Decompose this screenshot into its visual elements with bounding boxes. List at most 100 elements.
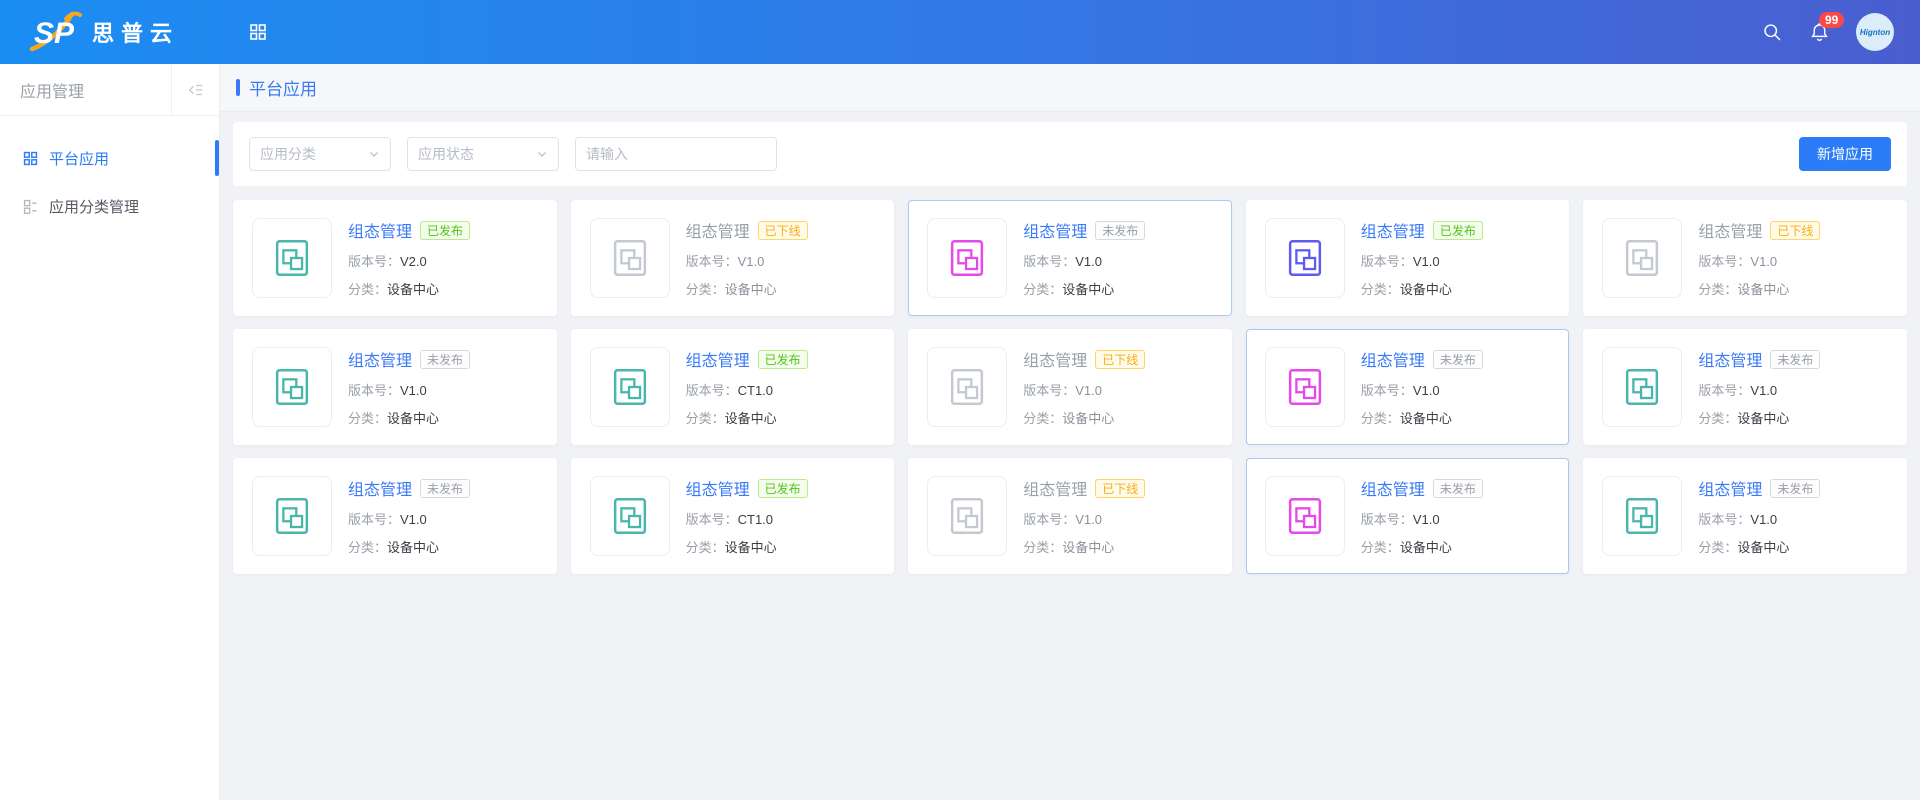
sidebar-item-app-categories[interactable]: 应用分类管理 [0,182,219,230]
card-body: 组态管理 已下线 版本号：V1.0 分类：设备中心 [1023,476,1145,556]
version-line: 版本号：V1.0 [348,509,470,528]
category-line: 分类：设备中心 [1361,537,1483,556]
version-label: 版本号： [1698,512,1750,527]
version-line: 版本号：V2.0 [348,251,470,270]
sidebar-title: 应用管理 [0,78,84,102]
category-label: 分类： [686,282,725,297]
app-title-link[interactable]: 组态管理 [1698,476,1762,500]
app-card[interactable]: 组态管理 已发布 版本号：CT1.0 分类：设备中心 [571,458,895,574]
status-badge: 未发布 [1433,350,1483,369]
category-value: 设备中心 [1737,282,1789,297]
version-value: V1.0 [1413,512,1440,527]
search-icon[interactable] [1762,22,1783,43]
page-title-bar: 平台应用 [220,64,1920,112]
app-title-link[interactable]: 组态管理 [348,476,412,500]
app-card[interactable]: 组态管理 未发布 版本号：V1.0 分类：设备中心 [1246,329,1570,445]
configuration-app-icon [1282,364,1328,410]
sidebar-item-label: 平台应用 [49,148,109,169]
main-content: 平台应用 应用分类 应用状态 新增应用 [220,64,1920,800]
category-label: 分类： [1698,282,1737,297]
app-title-link[interactable]: 组态管理 [686,476,750,500]
app-title-link[interactable]: 组态管理 [1698,347,1762,371]
category-label: 分类： [686,411,725,426]
app-card[interactable]: 组态管理 已发布 版本号：V2.0 分类：设备中心 [233,200,557,316]
app-card[interactable]: 组态管理 已下线 版本号：V1.0 分类：设备中心 [571,200,895,316]
app-card[interactable]: 组态管理 已发布 版本号：V1.0 分类：设备中心 [1246,200,1570,316]
app-title-link[interactable]: 组态管理 [1023,218,1087,242]
version-value: V1.0 [1075,512,1102,527]
app-card[interactable]: 组态管理 未发布 版本号：V1.0 分类：设备中心 [908,200,1232,316]
search-input[interactable] [575,137,777,171]
card-body: 组态管理 未发布 版本号：V1.0 分类：设备中心 [1698,476,1820,556]
configuration-app-icon [1619,364,1665,410]
version-value: V1.0 [1413,254,1440,269]
card-body: 组态管理 未发布 版本号：V1.0 分类：设备中心 [1361,476,1483,556]
app-title-link[interactable]: 组态管理 [1023,476,1087,500]
app-icon-box [590,347,670,427]
add-application-button[interactable]: 新增应用 [1799,137,1891,171]
avatar-label: Hignton [1860,28,1890,37]
app-card[interactable]: 组态管理 已下线 版本号：V1.0 分类：设备中心 [908,329,1232,445]
status-badge: 已下线 [1095,479,1145,498]
configuration-app-icon [607,364,653,410]
app-icon-box [1265,347,1345,427]
app-card[interactable]: 组态管理 已下线 版本号：V1.0 分类：设备中心 [1583,200,1907,316]
category-label: 分类： [348,411,387,426]
configuration-app-icon [1282,235,1328,281]
version-value: V1.0 [1075,383,1102,398]
brand-name: 思普云 [92,16,179,48]
brand-logo[interactable]: SP 思普云 [0,11,220,53]
version-label: 版本号： [1023,254,1075,269]
category-line: 分类：设备中心 [348,537,470,556]
app-title-link[interactable]: 组态管理 [1023,347,1087,371]
app-status-select[interactable]: 应用状态 [407,137,559,171]
category-line: 分类：设备中心 [686,408,808,427]
app-card[interactable]: 组态管理 未发布 版本号：V1.0 分类：设备中心 [233,458,557,574]
sidebar-menu: 平台应用 应用分类管理 [0,116,219,230]
app-card[interactable]: 组态管理 未发布 版本号：V1.0 分类：设备中心 [1583,329,1907,445]
version-label: 版本号： [686,512,738,527]
version-label: 版本号： [1361,512,1413,527]
status-badge: 已发布 [1433,221,1483,240]
category-value: 设备中心 [1062,282,1114,297]
user-avatar[interactable]: Hignton [1856,13,1894,51]
app-card[interactable]: 组态管理 未发布 版本号：V1.0 分类：设备中心 [1583,458,1907,574]
app-icon-box [1602,347,1682,427]
category-line: 分类：设备中心 [686,279,808,298]
apps-grid-icon[interactable] [248,22,268,42]
version-line: 版本号：V1.0 [1361,509,1483,528]
version-value: V1.0 [1750,254,1777,269]
category-line: 分类：设备中心 [1361,279,1483,298]
app-title-link[interactable]: 组态管理 [348,347,412,371]
category-value: 设备中心 [1737,540,1789,555]
notifications-bell-icon[interactable]: 99 [1809,21,1830,43]
app-icon-box [1265,476,1345,556]
category-line: 分类：设备中心 [348,279,470,298]
app-title-link[interactable]: 组态管理 [1361,476,1425,500]
version-line: 版本号：V1.0 [348,380,470,399]
app-card[interactable]: 组态管理 已下线 版本号：V1.0 分类：设备中心 [908,458,1232,574]
app-title-link[interactable]: 组态管理 [1361,347,1425,371]
configuration-app-icon [1619,235,1665,281]
sidebar-item-label: 应用分类管理 [49,196,139,217]
sidebar-item-platform-apps[interactable]: 平台应用 [0,134,219,182]
version-value: V1.0 [1750,383,1777,398]
app-title-link[interactable]: 组态管理 [686,218,750,242]
app-title-link[interactable]: 组态管理 [348,218,412,242]
card-body: 组态管理 未发布 版本号：V1.0 分类：设备中心 [1361,347,1483,427]
version-line: 版本号：V1.0 [1698,251,1820,270]
app-title-link[interactable]: 组态管理 [686,347,750,371]
app-category-select[interactable]: 应用分类 [249,137,391,171]
app-card[interactable]: 组态管理 未发布 版本号：V1.0 分类：设备中心 [1246,458,1570,574]
sidebar-collapse-icon[interactable] [171,64,219,116]
app-title-link[interactable]: 组态管理 [1361,218,1425,242]
app-card[interactable]: 组态管理 未发布 版本号：V1.0 分类：设备中心 [233,329,557,445]
app-card[interactable]: 组态管理 已发布 版本号：CT1.0 分类：设备中心 [571,329,895,445]
status-badge: 未发布 [1770,479,1820,498]
configuration-app-icon [1282,493,1328,539]
app-title-link[interactable]: 组态管理 [1698,218,1762,242]
card-body: 组态管理 已下线 版本号：V1.0 分类：设备中心 [1023,347,1145,427]
select-placeholder: 应用状态 [418,144,474,164]
category-label: 分类： [348,540,387,555]
select-placeholder: 应用分类 [260,144,316,164]
